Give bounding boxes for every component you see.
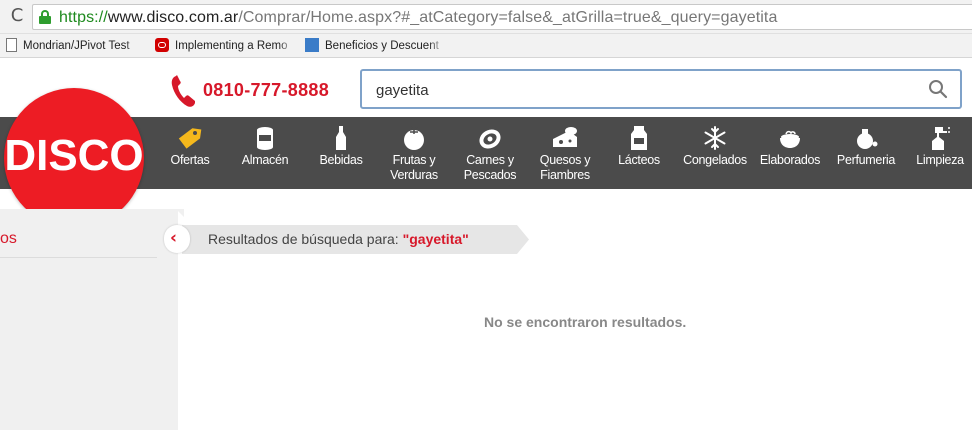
sidebar: os [0,209,178,430]
no-results-message: No se encontraron resultados. [484,314,687,330]
oracle-icon [155,38,169,52]
milk-icon [631,126,647,150]
spray-icon [932,127,950,150]
bookmark-mondrian[interactable]: Mondrian/JPivot Test [6,37,141,55]
url-text[interactable]: https://www.disco.com.ar/Comprar/Home.as… [59,8,777,27]
phone-icon [171,75,195,107]
phone-number[interactable]: 0810-777-8888 [203,80,329,101]
nav-item-elaborados[interactable]: Elaborados [754,117,826,189]
nav-item-congelados[interactable]: Congelados [676,117,754,189]
search-icon[interactable] [928,79,948,99]
sidebar-notch [176,209,184,217]
search-query-text: "gayetita" [402,231,469,247]
nav-item-frutas-verduras[interactable]: Frutas y Verduras [380,117,448,189]
nav-item-lacteos[interactable]: Lácteos [610,117,668,189]
chevron-left-icon: ‹ [170,228,178,248]
search-box [360,69,962,109]
nav-item-ofertas[interactable]: Ofertas [162,117,218,189]
perfume-icon [857,129,878,149]
bottle-icon [336,126,346,150]
nav-item-bebidas[interactable]: Bebidas [310,117,372,189]
steak-icon [479,129,501,149]
address-bar[interactable]: https://www.disco.com.ar/Comprar/Home.as… [32,4,972,30]
page-icon [6,38,17,52]
bookmark-beneficios[interactable]: Beneficios y Descuent [305,37,445,55]
tomato-icon [404,126,424,150]
amex-icon [305,38,319,52]
back-button[interactable]: ‹ [164,225,190,253]
sidebar-label[interactable]: os [0,230,17,248]
reload-icon[interactable]: C [7,6,27,26]
nav-item-quesos-fiambres[interactable]: Quesos y Fiambres [532,117,598,189]
search-input[interactable] [376,80,916,100]
logo-text: DISCO [4,131,144,180]
bookmark-implementing[interactable]: Implementing a Remo [155,37,295,55]
category-nav: Ofertas Almacén Bebidas Frutas y Verdura… [0,117,972,189]
tag-icon [178,128,202,149]
disco-logo[interactable]: DISCO [4,88,144,228]
sidebar-divider [0,257,157,258]
bookmarks-bar: Mondrian/JPivot Test Implementing a Remo… [0,34,972,58]
cheese-icon [553,127,577,147]
nav-item-almacen[interactable]: Almacén [232,117,298,189]
can-icon [257,127,273,150]
results-heading: Resultados de búsqueda para: "gayetita" [208,231,469,247]
dish-icon [780,130,800,148]
nav-item-perfumeria[interactable]: Perfumeria [830,117,902,189]
nav-item-limpieza[interactable]: Limpieza [910,117,970,189]
snowflake-icon [704,126,726,150]
nav-item-carnes-pescados[interactable]: Carnes y Pescados [454,117,526,189]
browser-toolbar: C https://www.disco.com.ar/Comprar/Home.… [0,0,972,34]
secure-lock-icon[interactable] [39,10,51,24]
